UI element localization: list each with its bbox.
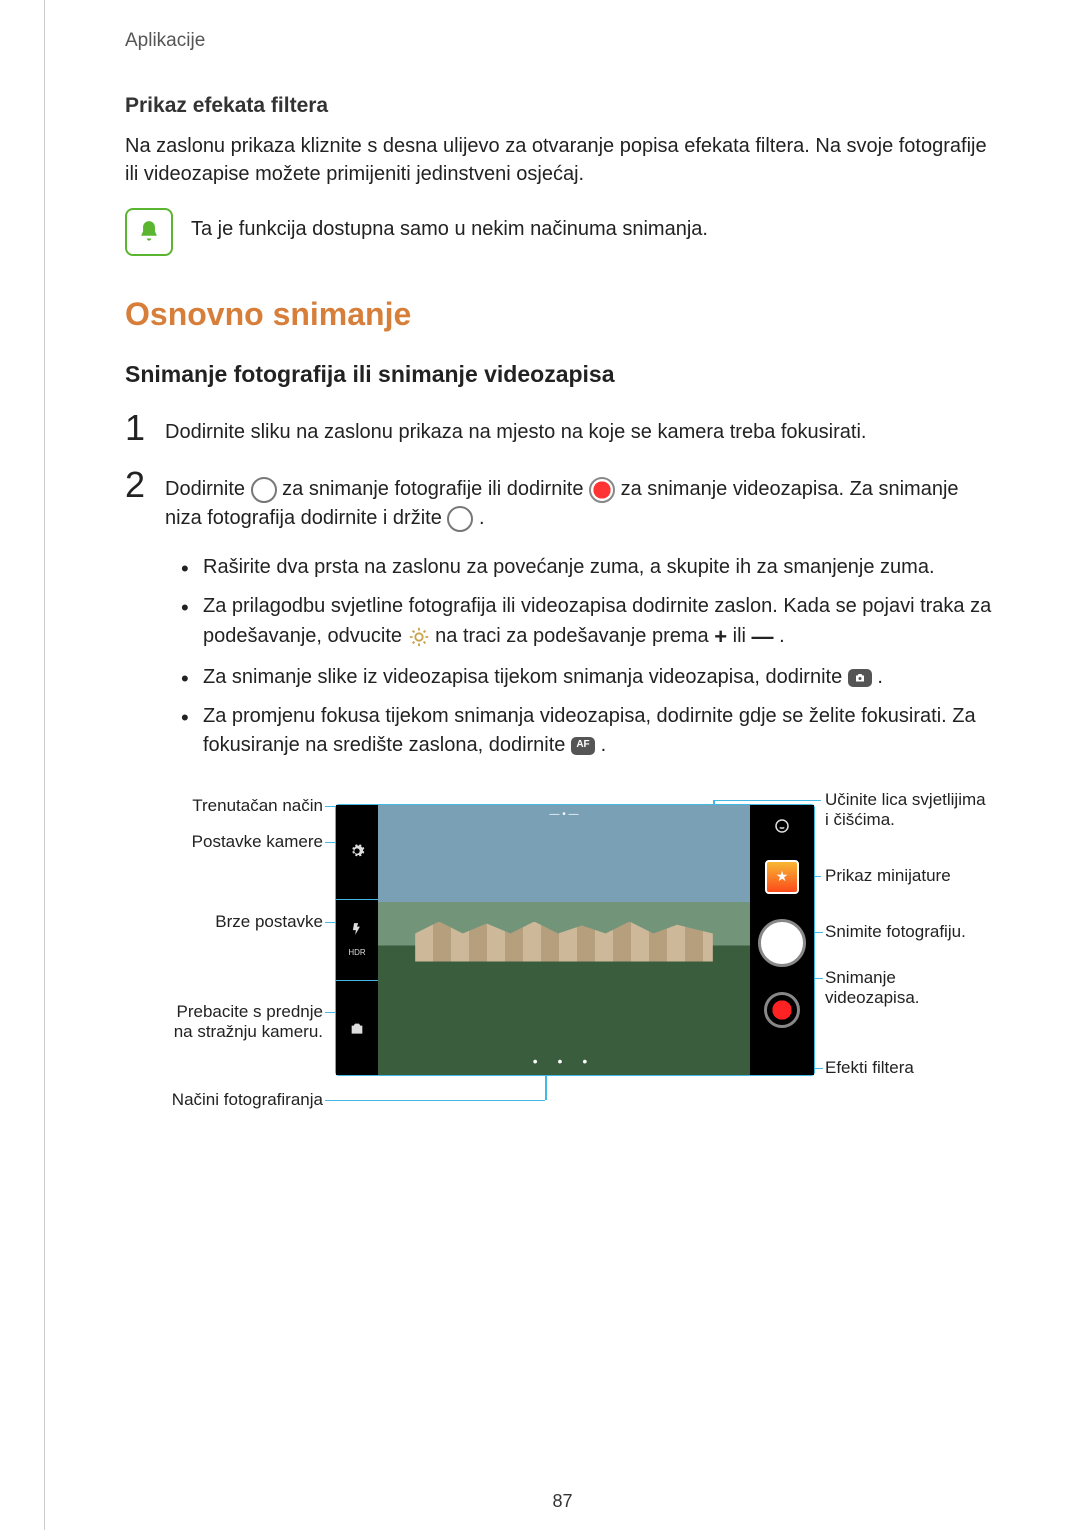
shutter-icon xyxy=(447,506,473,532)
hdr-label: HDR xyxy=(348,948,365,957)
callout-filter-effects: Efekti filtera xyxy=(825,1058,914,1078)
switch-camera-icon[interactable] xyxy=(336,1014,378,1044)
minus-icon: — xyxy=(752,621,774,653)
callout-take-photo: Snimite fotografiju. xyxy=(825,922,966,942)
brightness-slider-icon xyxy=(408,626,430,648)
quick-settings-group[interactable]: HDR xyxy=(336,900,378,980)
note-icon xyxy=(125,208,173,256)
note-row: Ta je funkcija dostupna samo u nekim nač… xyxy=(125,208,1000,256)
callout-shooting-modes: Načini fotografiranja xyxy=(145,1090,323,1110)
filter-body-text: Na zaslonu prikaza kliznite s desna ulij… xyxy=(125,132,1000,188)
bullet-item: Raširite dva prsta na zaslonu za povećan… xyxy=(203,553,1000,582)
mode-indicator: — • — xyxy=(378,809,750,820)
thumbnail-preview[interactable] xyxy=(750,860,814,894)
text-fragment: . xyxy=(601,734,607,756)
bullet-item: Za prilagodbu svjetline fotografija ili … xyxy=(203,592,1000,653)
plus-icon: + xyxy=(714,621,727,653)
step-number: 1 xyxy=(125,410,151,447)
record-button[interactable] xyxy=(750,992,814,1028)
note-text: Ta je funkcija dostupna samo u nekim nač… xyxy=(191,208,708,241)
callout-switch-camera: Prebacite s prednje na stražnju kameru. xyxy=(145,1002,323,1042)
settings-gear-icon[interactable] xyxy=(336,836,378,866)
flash-icon xyxy=(350,922,364,936)
heading-basic-shooting: Osnovno snimanje xyxy=(125,296,1000,333)
step-number: 2 xyxy=(125,467,151,533)
scene-illustration xyxy=(415,922,713,962)
right-toolbar xyxy=(750,805,814,1075)
text-line: videozapisa. xyxy=(825,988,920,1007)
shutter-icon xyxy=(251,477,277,503)
text-fragment: za snimanje fotografije ili dodirnite xyxy=(282,478,589,500)
text-fragment: Dodirnite xyxy=(165,478,251,500)
callout-quick-settings: Brze postavke xyxy=(163,912,323,932)
camera-ui-diagram: Trenutačan način Postavke kamere Brze po… xyxy=(125,784,1000,1144)
camera-preview-mock: HDR — • — • • • xyxy=(335,804,815,1076)
bullet-item: Za snimanje slike iz videozapisa tijekom… xyxy=(203,663,1000,692)
heading-filter: Prikaz efekata filtera xyxy=(125,94,1000,118)
bullet-list: Raširite dva prsta na zaslonu za povećan… xyxy=(173,553,1000,760)
callout-thumbnail: Prikaz minijature xyxy=(825,866,951,886)
mode-pager-dots: • • • xyxy=(378,1053,750,1069)
step-body: Dodirnite sliku na zaslonu prikaza na mj… xyxy=(165,410,866,447)
text-fragment: . xyxy=(877,666,883,688)
text-fragment: . xyxy=(779,625,785,647)
capture-from-video-icon xyxy=(848,669,872,687)
step-body: Dodirnite za snimanje fotografije ili do… xyxy=(165,467,1000,533)
af-lock-icon: AF xyxy=(571,737,595,755)
text-line: Prebacite s prednje xyxy=(177,1002,323,1021)
text-line: Učinite lica svjetlijima xyxy=(825,790,986,809)
beauty-icon[interactable] xyxy=(750,817,814,835)
heading-photo-video: Snimanje fotografija ili snimanje videoz… xyxy=(125,361,1000,388)
bullet-item: Za promjenu fokusa tijekom snimanja vide… xyxy=(203,702,1000,760)
callout-current-mode: Trenutačan način xyxy=(163,796,323,816)
shutter-button[interactable] xyxy=(750,919,814,967)
breadcrumb: Aplikacije xyxy=(125,30,1000,52)
callout-beauty: Učinite lica svjetlijima i čišćima. xyxy=(825,790,986,830)
text-fragment: na traci za podešavanje prema xyxy=(435,625,714,647)
text-fragment: . xyxy=(479,507,485,529)
callout-camera-settings: Postavke kamere xyxy=(163,832,323,852)
viewfinder[interactable]: — • — • • • xyxy=(378,805,750,1075)
text-fragment: Za snimanje slike iz videozapisa tijekom… xyxy=(203,666,848,688)
text-line: na stražnju kameru. xyxy=(174,1022,323,1041)
left-toolbar: HDR xyxy=(336,805,378,1075)
callout-record: Snimanje videozapisa. xyxy=(825,968,920,1008)
text-line: Snimanje xyxy=(825,968,896,987)
text-line: i čišćima. xyxy=(825,810,895,829)
step-2: 2 Dodirnite za snimanje fotografije ili … xyxy=(125,467,1000,533)
step-1: 1 Dodirnite sliku na zaslonu prikaza na … xyxy=(125,410,1000,447)
record-icon xyxy=(589,477,615,503)
page-number: 87 xyxy=(45,1491,1080,1512)
text-fragment: ili xyxy=(733,625,752,647)
